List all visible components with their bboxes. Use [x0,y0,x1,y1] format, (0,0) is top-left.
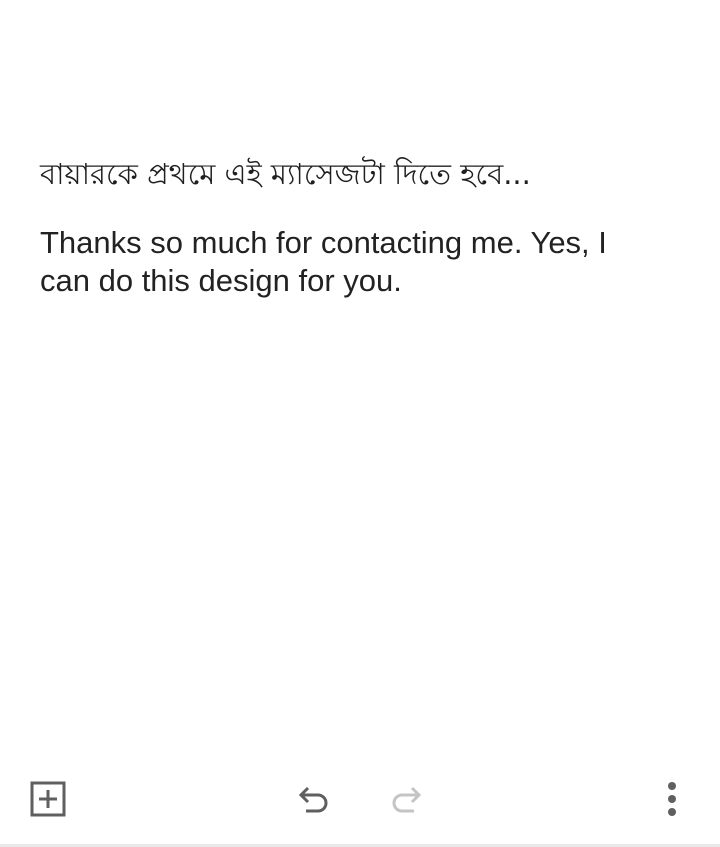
undo-icon [294,781,330,820]
redo-button[interactable] [386,778,430,822]
undo-button[interactable] [290,778,334,822]
note-title[interactable]: বায়ারকে প্রথমে এই ম্যাসেজটা দিতে হবে... [40,152,660,196]
more-options-button[interactable] [650,778,694,822]
note-content[interactable]: বায়ারকে প্রথমে এই ম্যাসেজটা দিতে হবে...… [40,152,660,300]
bottom-toolbar [0,768,720,830]
more-vertical-icon [666,781,678,820]
note-body[interactable]: Thanks so much for contacting me. Yes, I… [40,224,640,300]
add-box-icon [30,781,66,820]
redo-icon [390,781,426,820]
add-content-button[interactable] [26,778,70,822]
